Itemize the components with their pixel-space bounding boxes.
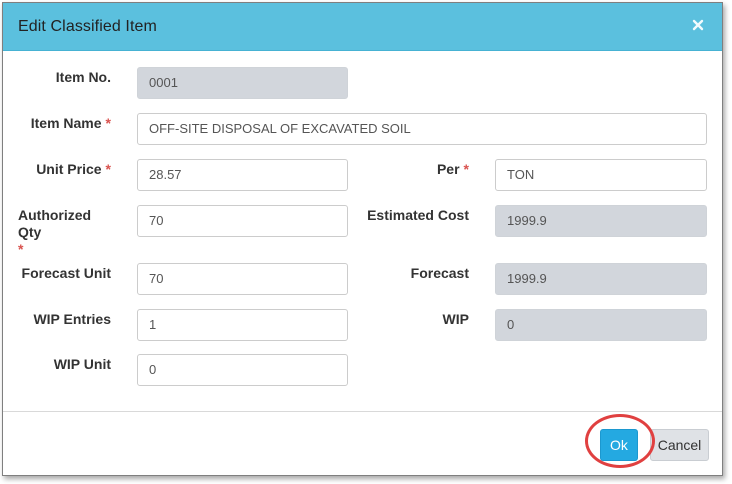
wip-unit-label: WIP Unit [53,356,111,372]
required-marker: * [463,161,469,177]
item-name-label: Item Name * [13,115,111,132]
dialog-header: Edit Classified Item [3,3,722,51]
per-field[interactable]: TON [495,159,707,191]
estimated-cost-label: Estimated Cost [367,207,469,223]
authorized-qty-label-text: Authorized Qty [18,207,92,240]
close-button[interactable] [690,15,706,35]
required-marker: * [105,115,111,131]
wip-entries-field[interactable]: 1 [137,309,348,341]
footer-divider [3,411,722,412]
close-icon [692,19,704,31]
cancel-button[interactable]: Cancel [650,429,709,461]
wip-entries-label: WIP Entries [33,311,111,327]
forecast-field[interactable]: 1999.9 [495,263,707,295]
required-marker: * [18,241,24,257]
wip-field[interactable]: 0 [495,309,707,341]
unit-price-label-text: Unit Price [36,161,102,177]
dialog-title: Edit Classified Item [18,18,157,35]
item-name-field[interactable]: OFF-SITE DISPOSAL OF EXCAVATED SOIL [137,113,707,145]
forecast-unit-field[interactable]: 70 [137,263,348,295]
estimated-cost-field[interactable]: 1999.9 [495,205,707,237]
item-no-label: Item No. [55,69,111,85]
item-name-label-text: Item Name [30,115,102,131]
ok-button[interactable]: Ok [600,429,638,461]
authorized-qty-label: Authorized Qty * [18,207,113,258]
item-no-field[interactable]: 0001 [137,67,348,99]
wip-label: WIP [442,311,469,327]
edit-classified-item-dialog: Edit Classified Item Item No. 0001 Item … [2,2,723,476]
forecast-label: Forecast [410,265,469,281]
authorized-qty-field[interactable]: 70 [137,205,348,237]
unit-price-label: Unit Price * [13,161,111,178]
per-label-text: Per [436,161,460,177]
per-label: Per * [383,161,469,178]
forecast-unit-label: Forecast Unit [21,265,111,281]
unit-price-field[interactable]: 28.57 [137,159,348,191]
required-marker: * [105,161,111,177]
wip-unit-field[interactable]: 0 [137,354,348,386]
